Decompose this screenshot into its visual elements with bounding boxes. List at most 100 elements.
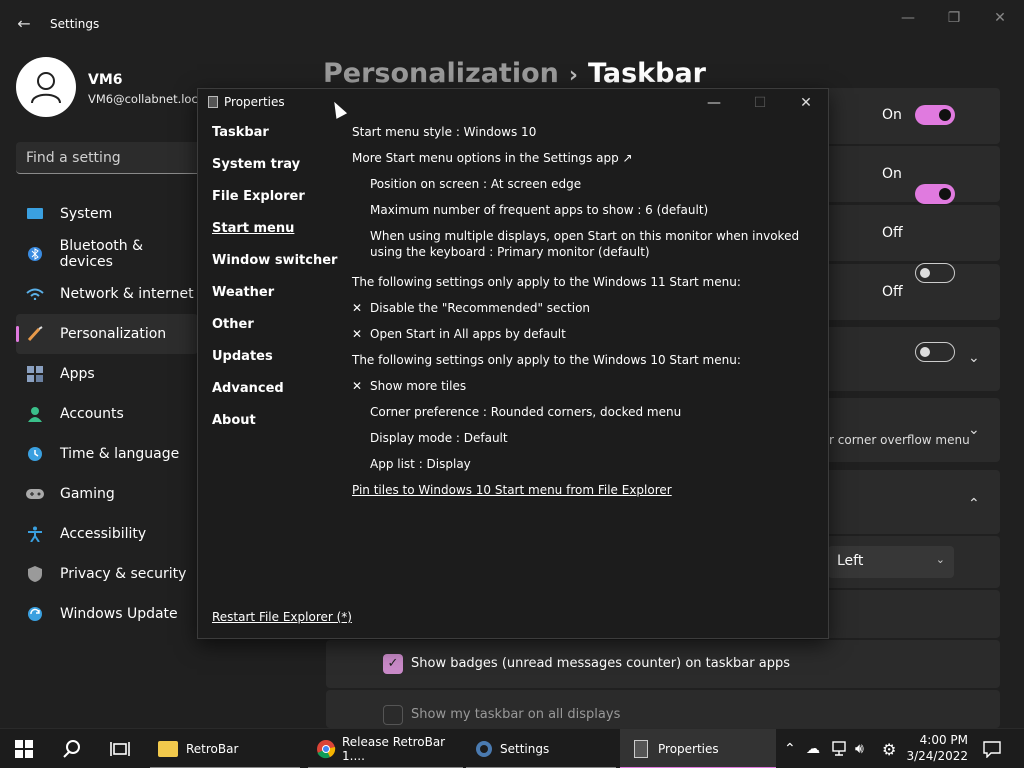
settings-window-title: Settings: [50, 17, 100, 31]
close-icon[interactable]: ✕: [783, 93, 829, 113]
properties-icon: [208, 96, 218, 108]
section-heading-win10: The following settings only apply to the…: [352, 353, 741, 367]
sidebar-item-network[interactable]: Network & internet: [16, 274, 198, 314]
chrome-icon: [316, 739, 336, 759]
toggle-state-label: Off: [882, 284, 903, 300]
sidebar-item-windows-update[interactable]: Windows Update: [16, 594, 198, 634]
dialog-titlebar[interactable]: Properties: [208, 95, 285, 109]
minimize-icon[interactable]: —: [691, 93, 737, 113]
sidebar-item-accounts[interactable]: Accounts: [16, 394, 198, 434]
back-arrow-icon[interactable]: ←: [14, 14, 34, 34]
toggle-state-label: Off: [882, 225, 903, 241]
option-app-list[interactable]: App list : Display: [352, 455, 812, 481]
properties-icon: [634, 740, 648, 758]
tab-window-switcher[interactable]: Window switcher: [212, 253, 337, 285]
wifi-icon: [26, 285, 44, 303]
update-icon: [26, 605, 44, 623]
maximize-icon[interactable]: ☐: [737, 93, 783, 113]
badges-label: Show badges (unread messages counter) on…: [411, 656, 790, 671]
option-more-start-options-link[interactable]: More Start menu options in the Settings …: [352, 149, 812, 175]
option-label: Show more tiles: [370, 379, 467, 393]
clock[interactable]: 4:00 PM 3/24/2022: [906, 732, 968, 764]
chevron-up-icon[interactable]: ⌃: [784, 737, 796, 761]
option-display-mode[interactable]: Display mode : Default: [352, 429, 812, 455]
sidebar-item-bluetooth[interactable]: Bluetooth & devices: [16, 234, 198, 274]
sidebar-item-apps[interactable]: Apps: [16, 354, 198, 394]
chevron-down-icon[interactable]: ⌄: [968, 422, 980, 438]
taskbar-app-retrobar[interactable]: RetroBar: [150, 729, 300, 768]
toggle-state-label: On: [882, 166, 902, 182]
options-list: Start menu style : Windows 10 More Start…: [352, 123, 812, 507]
taskbar: RetroBar Release RetroBar 1.... Settings…: [0, 728, 1024, 768]
option-disable-recommended[interactable]: ✕ Disable the "Recommended" section: [352, 299, 812, 325]
taskbar-app-settings[interactable]: Settings: [466, 729, 616, 768]
toggle-switch[interactable]: [915, 342, 955, 362]
tab-taskbar[interactable]: Taskbar: [212, 125, 337, 157]
badges-checkbox[interactable]: ✓: [383, 654, 403, 674]
toggle-state-label: On: [882, 107, 902, 123]
sidebar-item-personalization[interactable]: Personalization: [16, 314, 198, 354]
sidebar-item-label: Accessibility: [60, 526, 147, 542]
tab-updates[interactable]: Updates: [212, 349, 337, 381]
properties-dialog: Properties — ☐ ✕ Taskbar System tray Fil…: [197, 88, 829, 639]
monitor-icon: [26, 205, 44, 223]
windows-start-icon[interactable]: [15, 737, 33, 761]
network-icon[interactable]: [830, 737, 848, 761]
breadcrumb-parent[interactable]: Personalization: [323, 58, 559, 89]
option-open-all-apps[interactable]: ✕ Open Start in All apps by default: [352, 325, 812, 351]
restore-icon[interactable]: ❐: [934, 8, 974, 28]
taskbar-app-chrome[interactable]: Release RetroBar 1....: [308, 729, 463, 768]
gear-icon[interactable]: ⚙: [882, 737, 896, 761]
toggle-switch[interactable]: [915, 105, 955, 125]
tab-other[interactable]: Other: [212, 317, 337, 349]
toggle-switch[interactable]: [915, 263, 955, 283]
volume-icon[interactable]: 🔊︎: [855, 737, 864, 761]
select-value: Left: [837, 553, 864, 569]
brush-icon: [26, 325, 44, 343]
sidebar-item-accessibility[interactable]: Accessibility: [16, 514, 198, 554]
search-input[interactable]: Find a setting: [16, 142, 206, 174]
tab-weather[interactable]: Weather: [212, 285, 337, 317]
check-mark-icon: ✕: [352, 327, 363, 341]
bluetooth-icon: [26, 245, 44, 263]
option-position-on-screen[interactable]: Position on screen : At screen edge: [352, 175, 812, 201]
chevron-down-icon[interactable]: ⌄: [968, 350, 980, 366]
sidebar-item-gaming[interactable]: Gaming: [16, 474, 198, 514]
option-show-more-tiles[interactable]: ✕ Show more tiles: [352, 377, 812, 403]
option-start-menu-style[interactable]: Start menu style : Windows 10: [352, 123, 812, 149]
restart-explorer-link[interactable]: Restart File Explorer (*): [212, 610, 352, 624]
all-displays-label: Show my taskbar on all displays: [411, 707, 621, 722]
cloud-offline-icon[interactable]: ☁: [806, 737, 820, 761]
sidebar-item-time-language[interactable]: Time & language: [16, 434, 198, 474]
sidebar-item-system[interactable]: System: [16, 194, 198, 234]
minimize-icon[interactable]: —: [888, 8, 928, 28]
taskbar-app-properties[interactable]: Properties: [620, 729, 776, 768]
person-icon: [26, 405, 44, 423]
search-icon[interactable]: [63, 737, 81, 761]
toggle-switch[interactable]: [915, 184, 955, 204]
chevron-right-icon: ›: [568, 63, 578, 88]
option-max-frequent-apps[interactable]: Maximum number of frequent apps to show …: [352, 201, 812, 227]
person-icon: [31, 72, 61, 104]
pin-tiles-link[interactable]: Pin tiles to Windows 10 Start menu from …: [352, 481, 812, 507]
tab-about[interactable]: About: [212, 413, 337, 445]
notification-icon[interactable]: [983, 737, 1001, 761]
chevron-up-icon[interactable]: ⌃: [968, 496, 980, 512]
task-view-icon[interactable]: [110, 737, 130, 761]
all-displays-checkbox[interactable]: [383, 705, 403, 725]
sidebar-item-label: Privacy & security: [60, 566, 187, 582]
tab-start-menu[interactable]: Start menu: [212, 221, 337, 253]
sidebar-item-privacy[interactable]: Privacy & security: [16, 554, 198, 594]
tab-system-tray[interactable]: System tray: [212, 157, 337, 189]
folder-icon: [158, 741, 178, 757]
sidebar-item-label: Network & internet: [60, 286, 194, 302]
close-icon[interactable]: ✕: [980, 8, 1020, 28]
sidebar-item-label: System: [60, 206, 113, 222]
sidebar-item-label: Time & language: [60, 446, 180, 462]
tab-advanced[interactable]: Advanced: [212, 381, 337, 413]
option-corner-preference[interactable]: Corner preference : Rounded corners, doc…: [352, 403, 812, 429]
taskbar-app-label: Settings: [500, 742, 550, 756]
taskbar-alignment-select[interactable]: Left ⌄: [828, 546, 954, 578]
option-multiple-displays[interactable]: When using multiple displays, open Start…: [352, 227, 812, 273]
tab-file-explorer[interactable]: File Explorer: [212, 189, 337, 221]
